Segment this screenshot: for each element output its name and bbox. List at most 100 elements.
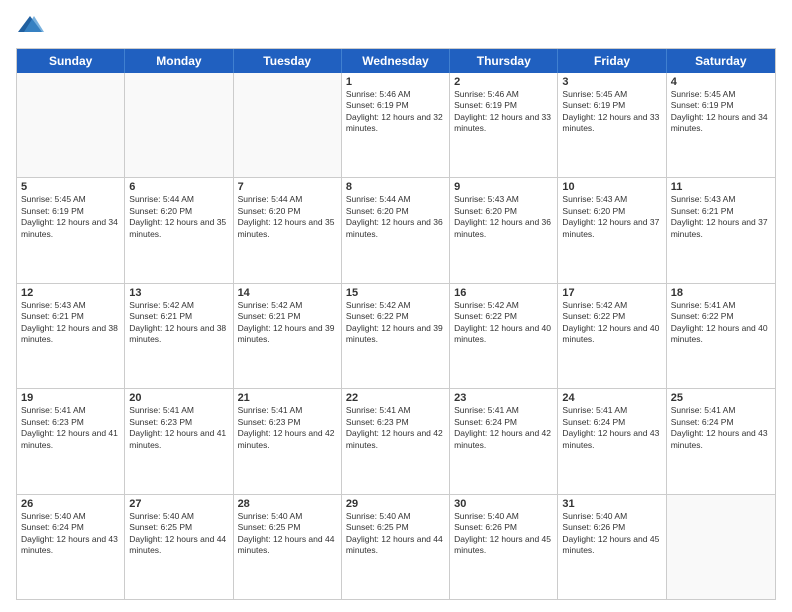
calendar-body: 1Sunrise: 5:46 AMSunset: 6:19 PMDaylight… xyxy=(17,73,775,599)
calendar-cell: 31Sunrise: 5:40 AMSunset: 6:26 PMDayligh… xyxy=(558,495,666,599)
calendar-cell: 14Sunrise: 5:42 AMSunset: 6:21 PMDayligh… xyxy=(234,284,342,388)
page: SundayMondayTuesdayWednesdayThursdayFrid… xyxy=(0,0,792,612)
day-number: 27 xyxy=(129,498,228,510)
calendar-cell: 6Sunrise: 5:44 AMSunset: 6:20 PMDaylight… xyxy=(125,178,233,282)
day-number: 1 xyxy=(346,76,445,88)
day-number: 15 xyxy=(346,287,445,299)
cell-sun-info: Sunrise: 5:41 AMSunset: 6:24 PMDaylight:… xyxy=(454,405,553,451)
cell-sun-info: Sunrise: 5:43 AMSunset: 6:21 PMDaylight:… xyxy=(671,194,771,240)
calendar-header-cell: Tuesday xyxy=(234,49,342,73)
day-number: 3 xyxy=(562,76,661,88)
calendar-cell: 3Sunrise: 5:45 AMSunset: 6:19 PMDaylight… xyxy=(558,73,666,177)
logo xyxy=(16,12,48,40)
cell-sun-info: Sunrise: 5:40 AMSunset: 6:26 PMDaylight:… xyxy=(562,511,661,557)
day-number: 19 xyxy=(21,392,120,404)
cell-sun-info: Sunrise: 5:44 AMSunset: 6:20 PMDaylight:… xyxy=(238,194,337,240)
cell-sun-info: Sunrise: 5:40 AMSunset: 6:25 PMDaylight:… xyxy=(129,511,228,557)
calendar-header: SundayMondayTuesdayWednesdayThursdayFrid… xyxy=(17,49,775,73)
cell-sun-info: Sunrise: 5:43 AMSunset: 6:20 PMDaylight:… xyxy=(562,194,661,240)
calendar-cell: 19Sunrise: 5:41 AMSunset: 6:23 PMDayligh… xyxy=(17,389,125,493)
calendar-cell: 1Sunrise: 5:46 AMSunset: 6:19 PMDaylight… xyxy=(342,73,450,177)
cell-sun-info: Sunrise: 5:41 AMSunset: 6:24 PMDaylight:… xyxy=(562,405,661,451)
calendar-cell: 15Sunrise: 5:42 AMSunset: 6:22 PMDayligh… xyxy=(342,284,450,388)
calendar-header-cell: Monday xyxy=(125,49,233,73)
calendar-cell: 10Sunrise: 5:43 AMSunset: 6:20 PMDayligh… xyxy=(558,178,666,282)
cell-sun-info: Sunrise: 5:46 AMSunset: 6:19 PMDaylight:… xyxy=(454,89,553,135)
day-number: 25 xyxy=(671,392,771,404)
day-number: 29 xyxy=(346,498,445,510)
cell-sun-info: Sunrise: 5:42 AMSunset: 6:21 PMDaylight:… xyxy=(238,300,337,346)
day-number: 8 xyxy=(346,181,445,193)
day-number: 4 xyxy=(671,76,771,88)
cell-sun-info: Sunrise: 5:44 AMSunset: 6:20 PMDaylight:… xyxy=(346,194,445,240)
calendar-cell: 18Sunrise: 5:41 AMSunset: 6:22 PMDayligh… xyxy=(667,284,775,388)
day-number: 10 xyxy=(562,181,661,193)
logo-icon xyxy=(16,12,44,40)
day-number: 31 xyxy=(562,498,661,510)
calendar-row: 19Sunrise: 5:41 AMSunset: 6:23 PMDayligh… xyxy=(17,389,775,494)
calendar-cell: 26Sunrise: 5:40 AMSunset: 6:24 PMDayligh… xyxy=(17,495,125,599)
day-number: 24 xyxy=(562,392,661,404)
calendar-header-cell: Friday xyxy=(558,49,666,73)
cell-sun-info: Sunrise: 5:40 AMSunset: 6:25 PMDaylight:… xyxy=(238,511,337,557)
day-number: 6 xyxy=(129,181,228,193)
day-number: 26 xyxy=(21,498,120,510)
cell-sun-info: Sunrise: 5:42 AMSunset: 6:22 PMDaylight:… xyxy=(454,300,553,346)
calendar-cell xyxy=(667,495,775,599)
cell-sun-info: Sunrise: 5:42 AMSunset: 6:21 PMDaylight:… xyxy=(129,300,228,346)
calendar-cell: 4Sunrise: 5:45 AMSunset: 6:19 PMDaylight… xyxy=(667,73,775,177)
calendar-cell: 13Sunrise: 5:42 AMSunset: 6:21 PMDayligh… xyxy=(125,284,233,388)
day-number: 18 xyxy=(671,287,771,299)
calendar: SundayMondayTuesdayWednesdayThursdayFrid… xyxy=(16,48,776,600)
cell-sun-info: Sunrise: 5:41 AMSunset: 6:23 PMDaylight:… xyxy=(238,405,337,451)
cell-sun-info: Sunrise: 5:41 AMSunset: 6:23 PMDaylight:… xyxy=(21,405,120,451)
day-number: 30 xyxy=(454,498,553,510)
day-number: 13 xyxy=(129,287,228,299)
cell-sun-info: Sunrise: 5:45 AMSunset: 6:19 PMDaylight:… xyxy=(21,194,120,240)
calendar-cell xyxy=(125,73,233,177)
day-number: 12 xyxy=(21,287,120,299)
calendar-cell: 23Sunrise: 5:41 AMSunset: 6:24 PMDayligh… xyxy=(450,389,558,493)
cell-sun-info: Sunrise: 5:43 AMSunset: 6:20 PMDaylight:… xyxy=(454,194,553,240)
calendar-cell: 24Sunrise: 5:41 AMSunset: 6:24 PMDayligh… xyxy=(558,389,666,493)
day-number: 21 xyxy=(238,392,337,404)
calendar-header-cell: Sunday xyxy=(17,49,125,73)
calendar-cell: 21Sunrise: 5:41 AMSunset: 6:23 PMDayligh… xyxy=(234,389,342,493)
day-number: 5 xyxy=(21,181,120,193)
cell-sun-info: Sunrise: 5:45 AMSunset: 6:19 PMDaylight:… xyxy=(671,89,771,135)
day-number: 7 xyxy=(238,181,337,193)
cell-sun-info: Sunrise: 5:42 AMSunset: 6:22 PMDaylight:… xyxy=(562,300,661,346)
cell-sun-info: Sunrise: 5:41 AMSunset: 6:23 PMDaylight:… xyxy=(129,405,228,451)
calendar-cell: 9Sunrise: 5:43 AMSunset: 6:20 PMDaylight… xyxy=(450,178,558,282)
calendar-row: 26Sunrise: 5:40 AMSunset: 6:24 PMDayligh… xyxy=(17,495,775,599)
cell-sun-info: Sunrise: 5:40 AMSunset: 6:25 PMDaylight:… xyxy=(346,511,445,557)
calendar-cell: 7Sunrise: 5:44 AMSunset: 6:20 PMDaylight… xyxy=(234,178,342,282)
calendar-cell: 8Sunrise: 5:44 AMSunset: 6:20 PMDaylight… xyxy=(342,178,450,282)
calendar-cell: 27Sunrise: 5:40 AMSunset: 6:25 PMDayligh… xyxy=(125,495,233,599)
calendar-cell: 17Sunrise: 5:42 AMSunset: 6:22 PMDayligh… xyxy=(558,284,666,388)
day-number: 17 xyxy=(562,287,661,299)
calendar-cell: 22Sunrise: 5:41 AMSunset: 6:23 PMDayligh… xyxy=(342,389,450,493)
cell-sun-info: Sunrise: 5:40 AMSunset: 6:26 PMDaylight:… xyxy=(454,511,553,557)
header xyxy=(16,12,776,40)
cell-sun-info: Sunrise: 5:44 AMSunset: 6:20 PMDaylight:… xyxy=(129,194,228,240)
day-number: 11 xyxy=(671,181,771,193)
day-number: 22 xyxy=(346,392,445,404)
calendar-cell: 28Sunrise: 5:40 AMSunset: 6:25 PMDayligh… xyxy=(234,495,342,599)
calendar-cell xyxy=(17,73,125,177)
calendar-cell: 2Sunrise: 5:46 AMSunset: 6:19 PMDaylight… xyxy=(450,73,558,177)
calendar-cell: 11Sunrise: 5:43 AMSunset: 6:21 PMDayligh… xyxy=(667,178,775,282)
calendar-row: 5Sunrise: 5:45 AMSunset: 6:19 PMDaylight… xyxy=(17,178,775,283)
calendar-row: 1Sunrise: 5:46 AMSunset: 6:19 PMDaylight… xyxy=(17,73,775,178)
calendar-cell: 30Sunrise: 5:40 AMSunset: 6:26 PMDayligh… xyxy=(450,495,558,599)
cell-sun-info: Sunrise: 5:45 AMSunset: 6:19 PMDaylight:… xyxy=(562,89,661,135)
cell-sun-info: Sunrise: 5:40 AMSunset: 6:24 PMDaylight:… xyxy=(21,511,120,557)
calendar-header-cell: Wednesday xyxy=(342,49,450,73)
cell-sun-info: Sunrise: 5:46 AMSunset: 6:19 PMDaylight:… xyxy=(346,89,445,135)
calendar-cell: 5Sunrise: 5:45 AMSunset: 6:19 PMDaylight… xyxy=(17,178,125,282)
day-number: 16 xyxy=(454,287,553,299)
day-number: 23 xyxy=(454,392,553,404)
day-number: 9 xyxy=(454,181,553,193)
calendar-cell: 29Sunrise: 5:40 AMSunset: 6:25 PMDayligh… xyxy=(342,495,450,599)
cell-sun-info: Sunrise: 5:41 AMSunset: 6:22 PMDaylight:… xyxy=(671,300,771,346)
